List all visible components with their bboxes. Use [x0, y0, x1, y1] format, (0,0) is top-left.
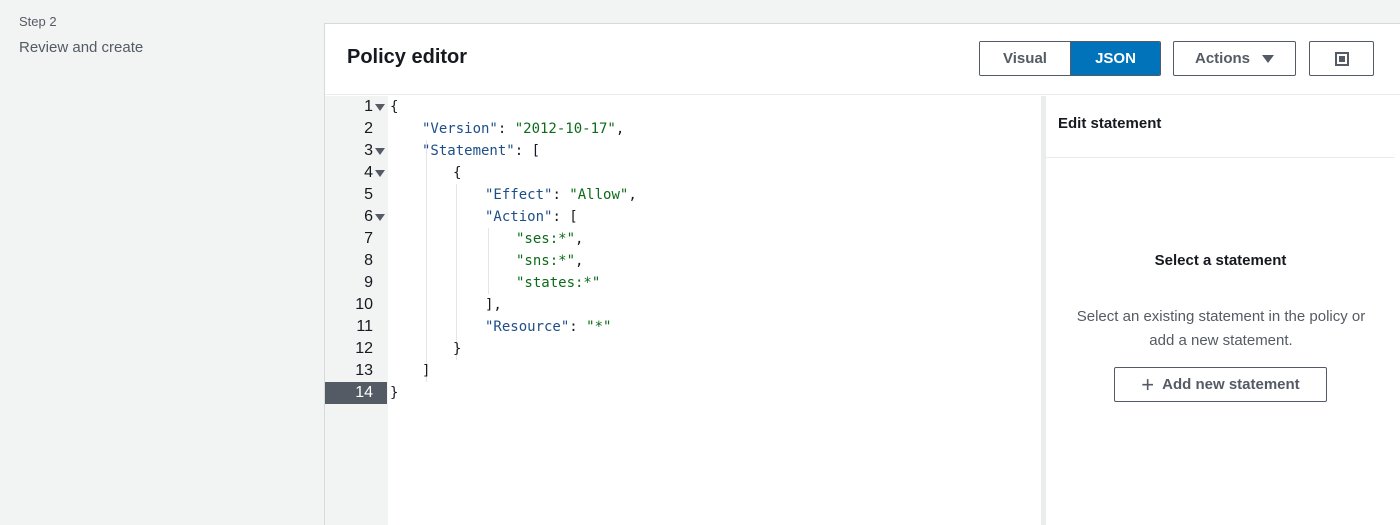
fold-arrow-icon[interactable] — [375, 148, 385, 155]
panel-layout-icon — [1334, 51, 1349, 66]
fold-arrow-icon[interactable] — [375, 104, 385, 111]
line-number: 6 — [364, 208, 373, 225]
step-label: Step 2 — [19, 14, 57, 29]
code-line: "Effect": "Allow", — [485, 187, 637, 203]
code-line: } — [453, 341, 462, 357]
json-tab-button[interactable]: JSON — [1070, 42, 1160, 75]
page-title: Policy editor — [347, 46, 468, 68]
line-number: 2 — [364, 120, 373, 137]
add-new-statement-label: Add new statement — [1162, 376, 1300, 393]
line-number-gutter: 1 2 3 4 5 6 7 8 9 10 11 12 13 14 — [325, 96, 388, 525]
caret-down-icon — [1262, 54, 1274, 63]
policy-editor-panel: Policy editor Visual JSON Actions 1 2 3 … — [324, 23, 1400, 525]
line-number: 13 — [355, 362, 373, 379]
fold-arrow-icon[interactable] — [375, 214, 385, 221]
code-line: "ses:*", — [516, 231, 584, 247]
code-line: "states:*" — [516, 275, 601, 291]
code-text-area[interactable]: { "Version": "2012-10-17", "Statement": … — [388, 96, 1041, 525]
line-number: 12 — [355, 340, 373, 357]
empty-state-description: Select an existing statement in the poli… — [1076, 308, 1366, 349]
step-title-review-and-create[interactable]: Review and create — [19, 39, 143, 56]
line-number: 3 — [364, 142, 373, 159]
visual-tab-button[interactable]: Visual — [980, 42, 1070, 75]
line-number: 9 — [364, 274, 373, 291]
code-line: "Version": "2012-10-17", — [422, 121, 625, 137]
line-number: 4 — [364, 164, 373, 181]
code-editor[interactable]: 1 2 3 4 5 6 7 8 9 10 11 12 13 14 { "Vers… — [325, 96, 1041, 525]
code-line: ], — [485, 297, 502, 313]
active-line-number: 14 — [325, 382, 387, 404]
fold-arrow-icon[interactable] — [375, 170, 385, 177]
line-number: 1 — [364, 98, 373, 115]
line-number: 10 — [355, 296, 373, 313]
edit-statement-panel: Edit statement Select a statement Select… — [1045, 96, 1395, 525]
editor-mode-toggle: Visual JSON — [979, 41, 1161, 76]
plus-icon: + — [1141, 371, 1155, 397]
code-line: ] — [422, 363, 431, 379]
panel-header: Policy editor Visual JSON Actions — [325, 24, 1400, 95]
code-line: } — [390, 385, 399, 401]
code-line: "Statement": [ — [422, 143, 541, 159]
wizard-steps: Step 2 Review and create — [19, 14, 143, 56]
side-panel-title: Edit statement — [1046, 96, 1395, 158]
toggle-side-panel-button[interactable] — [1309, 41, 1374, 76]
code-line: "Resource": "*" — [485, 319, 612, 335]
actions-dropdown-button[interactable]: Actions — [1173, 41, 1296, 76]
add-new-statement-button[interactable]: + Add new statement — [1114, 367, 1327, 402]
line-number: 8 — [364, 252, 373, 269]
empty-state-title: Select a statement — [1154, 252, 1287, 269]
line-number: 7 — [364, 230, 373, 247]
code-line: "sns:*", — [516, 253, 584, 269]
code-line: { — [390, 99, 399, 115]
line-number: 11 — [356, 318, 373, 335]
code-line: "Action": [ — [485, 209, 578, 225]
line-number: 5 — [364, 186, 373, 203]
actions-label: Actions — [1194, 50, 1250, 67]
code-line: { — [453, 165, 462, 181]
